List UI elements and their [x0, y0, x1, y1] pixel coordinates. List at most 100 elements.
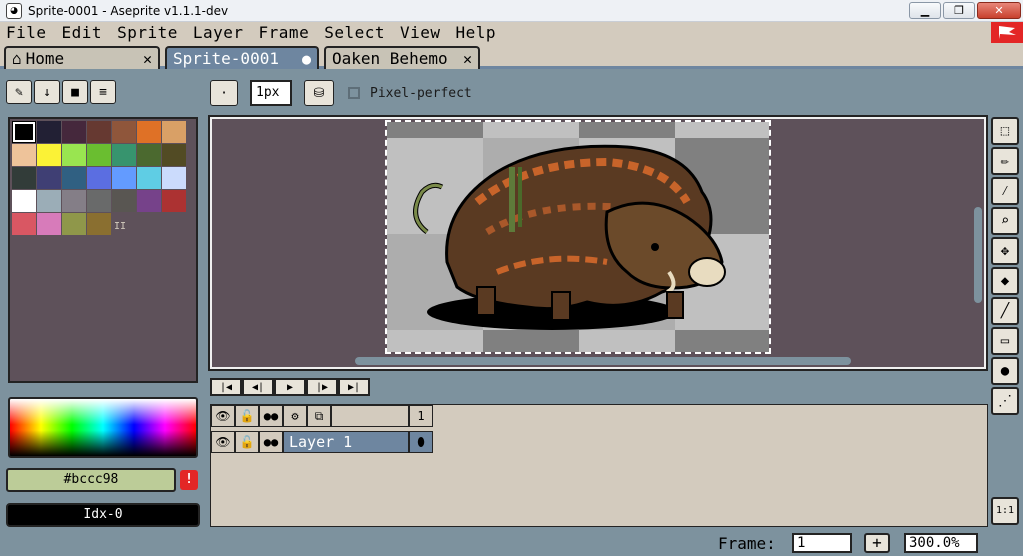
tools-panel: ⬚ ✏ ⁄ ⌕ ✥ ◆ ╱ ▭ ● ⋰ — [991, 117, 1019, 417]
onion-skin-icon[interactable]: ●● — [259, 405, 283, 427]
palette-swatch[interactable] — [87, 213, 111, 235]
rectangular-marquee-icon[interactable]: ⬚ — [991, 117, 1019, 145]
palette-swatch[interactable] — [12, 213, 36, 235]
line-icon[interactable]: ╱ — [991, 297, 1019, 325]
horizontal-scrollbar[interactable] — [355, 357, 851, 365]
menu-file[interactable]: File — [0, 23, 56, 42]
palette-swatch[interactable] — [162, 190, 186, 212]
contour-icon[interactable]: ● — [991, 357, 1019, 385]
palette-swatch[interactable] — [162, 167, 186, 189]
palette-swatch[interactable] — [37, 213, 61, 235]
rectangle-icon[interactable]: ▭ — [991, 327, 1019, 355]
palette-swatch[interactable] — [37, 121, 61, 143]
palette-swatch[interactable] — [62, 190, 86, 212]
lock-header-icon[interactable]: 🔓 — [235, 405, 259, 427]
palette-swatch[interactable] — [62, 144, 86, 166]
menu-select[interactable]: Select — [318, 23, 394, 42]
palette-swatch[interactable] — [12, 121, 36, 143]
color-spectrum[interactable] — [8, 397, 198, 458]
palette-swatch[interactable] — [137, 190, 161, 212]
brush-size-field[interactable]: 1px — [250, 80, 292, 106]
color-index-field[interactable]: Idx-0 — [6, 503, 200, 527]
brush-type-button[interactable]: · — [210, 80, 238, 106]
options-icon[interactable]: ≡ — [90, 80, 116, 104]
layer-lock-icon[interactable]: 🔓 — [235, 431, 259, 453]
menu-view[interactable]: View — [394, 23, 450, 42]
layer-name[interactable]: Layer 1 — [283, 431, 409, 453]
flag-icon[interactable] — [991, 22, 1023, 43]
palette-swatch[interactable] — [87, 167, 111, 189]
tab-home[interactable]: ⌂ Home ✕ — [4, 46, 160, 69]
frame-input[interactable]: 1 — [792, 533, 852, 553]
pixel-perfect-label: Pixel-perfect — [370, 86, 472, 101]
pixel-perfect-checkbox[interactable] — [348, 87, 360, 99]
zoom-input[interactable]: 300.0% — [904, 533, 978, 553]
edit-palette-icon[interactable]: ✎ — [6, 80, 32, 104]
cel-icon[interactable]: ⬮ — [409, 431, 433, 453]
palette-swatch[interactable] — [137, 121, 161, 143]
tab-oaken-behemoth[interactable]: Oaken Behemo ✕ — [324, 46, 480, 69]
next-frame-icon[interactable]: |▶ — [306, 378, 338, 396]
palette-swatch[interactable] — [62, 121, 86, 143]
frame-header[interactable]: 1 — [409, 405, 433, 427]
play-icon[interactable]: ▶ — [274, 378, 306, 396]
sprite-canvas[interactable] — [385, 120, 771, 354]
previous-frame-icon[interactable]: ◀| — [242, 378, 274, 396]
palette-swatch[interactable] — [12, 190, 36, 212]
palette-swatch[interactable] — [37, 144, 61, 166]
palette-swatch[interactable] — [62, 213, 86, 235]
palette-swatch[interactable] — [112, 190, 136, 212]
palette-swatch[interactable] — [162, 121, 186, 143]
zoom-1-1-button[interactable]: 1:1 — [991, 497, 1019, 525]
menu-help[interactable]: Help — [450, 23, 506, 42]
maximize-button[interactable]: ❐ — [943, 2, 975, 19]
settings-icon[interactable]: ⚙ — [283, 405, 307, 427]
first-frame-icon[interactable]: |◀ — [210, 378, 242, 396]
palette-swatch[interactable] — [12, 167, 36, 189]
menu-edit[interactable]: Edit — [56, 23, 112, 42]
tab-bar: ⌂ Home ✕ Sprite-0001 ● Oaken Behemo ✕ — [0, 43, 1023, 69]
sort-icon[interactable]: ↓ — [34, 80, 60, 104]
layer-visibility-icon[interactable]: 👁 — [211, 431, 235, 453]
unsaved-dot-icon[interactable]: ● — [302, 50, 311, 68]
close-button[interactable]: ✕ — [977, 2, 1021, 19]
palette-swatch[interactable] — [112, 121, 136, 143]
palette-swatch[interactable] — [112, 167, 136, 189]
warning-icon[interactable]: ! — [180, 470, 198, 490]
menu-layer[interactable]: Layer — [187, 23, 253, 42]
palette-swatch[interactable] — [137, 167, 161, 189]
palette-swatch[interactable] — [137, 144, 161, 166]
last-frame-icon[interactable]: ▶| — [338, 378, 370, 396]
new-frame-button[interactable]: + — [864, 533, 890, 553]
vertical-scrollbar[interactable] — [974, 207, 982, 303]
close-icon[interactable]: ✕ — [143, 50, 152, 68]
presets-icon[interactable]: ■ — [62, 80, 88, 104]
color-hex-field[interactable]: #bccc98 — [6, 468, 176, 492]
move-icon[interactable]: ✥ — [991, 237, 1019, 265]
zoom-icon[interactable]: ⌕ — [991, 207, 1019, 235]
paint-bucket-icon[interactable]: ◆ — [991, 267, 1019, 295]
visibility-header-icon[interactable]: 👁 — [211, 405, 235, 427]
palette-swatch[interactable] — [162, 144, 186, 166]
menu-frame[interactable]: Frame — [253, 23, 319, 42]
palette-swatch[interactable] — [112, 144, 136, 166]
palette-swatch[interactable] — [87, 121, 111, 143]
menu-sprite[interactable]: Sprite — [111, 23, 187, 42]
layer-continuous-icon[interactable]: ●● — [259, 431, 283, 453]
palette-swatch[interactable] — [87, 144, 111, 166]
palette-swatch[interactable] — [12, 144, 36, 166]
blur-icon[interactable]: ⋰ — [991, 387, 1019, 415]
palette-swatch[interactable] — [37, 167, 61, 189]
timeline: 👁 🔓 ●● ⚙ ⧉ 1 👁 🔓 ●● Layer 1 ⬮ — [210, 404, 988, 527]
minimize-button[interactable]: ▁ — [909, 2, 941, 19]
canvas-editor[interactable] — [208, 115, 988, 371]
eyedropper-icon[interactable]: ⁄ — [991, 177, 1019, 205]
palette-swatch[interactable] — [87, 190, 111, 212]
palette-swatch[interactable] — [62, 167, 86, 189]
pencil-icon[interactable]: ✏ — [991, 147, 1019, 175]
close-icon[interactable]: ✕ — [463, 50, 472, 68]
link-cels-icon[interactable]: ⧉ — [307, 405, 331, 427]
tab-sprite-0001[interactable]: Sprite-0001 ● — [165, 46, 319, 69]
ink-icon[interactable]: ⛁ — [304, 80, 334, 106]
palette-swatch[interactable] — [37, 190, 61, 212]
